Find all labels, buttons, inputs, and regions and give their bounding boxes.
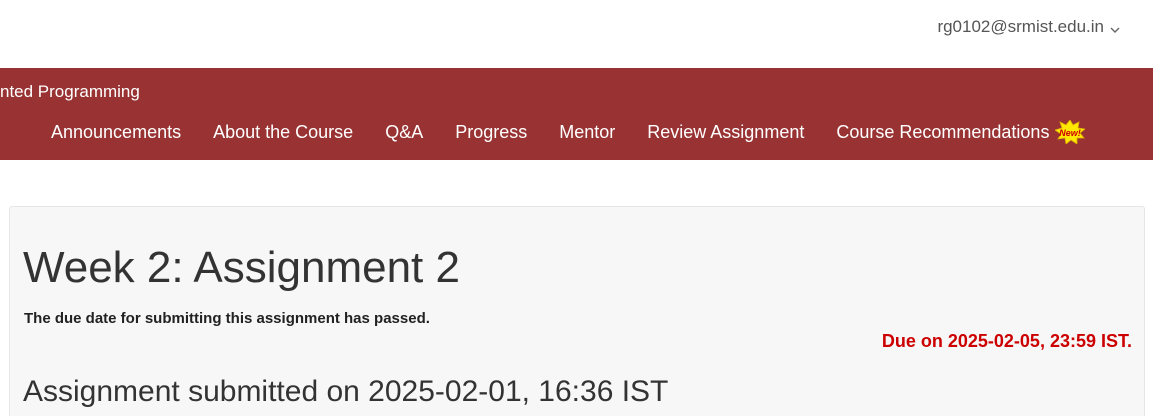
top-bar: rg0102@srmist.edu.in xyxy=(0,0,1153,68)
nav-review-assignment[interactable]: Review Assignment xyxy=(631,122,820,143)
submission-status: Assignment submitted on 2025-02-01, 16:3… xyxy=(23,375,669,408)
nav-qa[interactable]: Q&A xyxy=(369,122,439,143)
assignment-panel: Week 2: Assignment 2 The due date for su… xyxy=(9,206,1145,416)
due-passed-notice: The due date for submitting this assignm… xyxy=(24,310,430,327)
nav-course-recommendations[interactable]: Course Recommendations New! xyxy=(820,119,1101,145)
nav-mentor[interactable]: Mentor xyxy=(543,122,631,143)
nav-about-course[interactable]: About the Course xyxy=(197,122,369,143)
new-badge-icon: New! xyxy=(1054,119,1087,145)
user-email: rg0102@srmist.edu.in xyxy=(937,17,1104,36)
user-menu[interactable]: rg0102@srmist.edu.in xyxy=(937,17,1120,37)
nav-announcements[interactable]: Announcements xyxy=(35,122,197,143)
course-nav-band: nted Programming Announcements About the… xyxy=(0,68,1153,160)
new-badge-text: New! xyxy=(1060,128,1082,138)
nav-progress[interactable]: Progress xyxy=(439,122,543,143)
nav-course-recommendations-label: Course Recommendations xyxy=(836,121,1050,142)
chevron-down-icon xyxy=(1110,22,1120,33)
assignment-title: Week 2: Assignment 2 xyxy=(23,243,460,292)
course-title: nted Programming xyxy=(0,82,140,101)
due-date: Due on 2025-02-05, 23:59 IST. xyxy=(881,331,1132,351)
course-nav: Announcements About the Course Q&A Progr… xyxy=(35,119,1101,145)
